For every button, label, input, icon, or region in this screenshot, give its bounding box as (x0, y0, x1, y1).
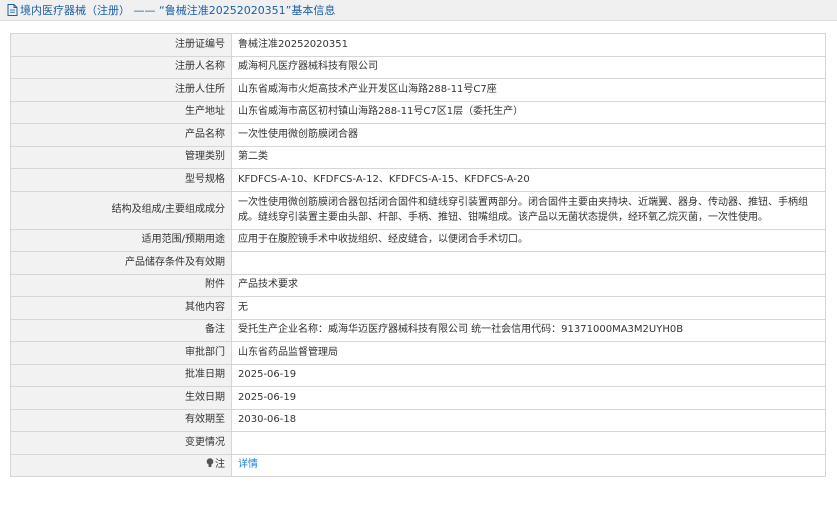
table-row: 注册人住所 山东省威海市火炬高技术产业开发区山海路288-11号C7座 (10, 78, 826, 102)
row-value: 山东省威海市火炬高技术产业开发区山海路288-11号C7座 (231, 78, 826, 102)
table-row: 有效期至 2030-06-18 (10, 408, 826, 432)
row-value: 产品技术要求 (231, 273, 826, 297)
lightbulb-icon (206, 458, 214, 468)
row-label: 备注 (10, 318, 232, 342)
row-value: 一次性使用微创筋膜闭合器 (231, 123, 826, 147)
detail-table: 注册证编号 鲁械注准20252020351 注册人名称 威海柯凡医疗器械科技有限… (10, 33, 826, 477)
row-label: 其他内容 (10, 296, 232, 320)
table-row: 产品储存条件及有效期 (10, 251, 826, 275)
row-value: 2025-06-19 (231, 363, 826, 387)
note-label: 注 (215, 459, 225, 471)
row-label: 附件 (10, 273, 232, 297)
row-label: 注册证编号 (10, 33, 232, 57)
table-row: 结构及组成/主要组成成分 一次性使用微创筋膜闭合器包括闭合固件和缝线穿引装置两部… (10, 190, 826, 230)
row-value: 鲁械注准20252020351 (231, 33, 826, 57)
row-value: 山东省药品监督管理局 (231, 341, 826, 365)
table-row: 适用范围/预期用途 应用于在腹腔镜手术中收拢组织、经皮缝合，以便闭合手术切口。 (10, 228, 826, 252)
table-row-note: 注 详情 (10, 453, 826, 477)
table-row: 管理类别 第二类 (10, 145, 826, 169)
row-label: 生效日期 (10, 386, 232, 410)
breadcrumb-category: 境内医疗器械（注册） (20, 4, 130, 17)
table-row: 变更情况 (10, 431, 826, 455)
row-value: 一次性使用微创筋膜闭合器包括闭合固件和缝线穿引装置两部分。闭合固件主要由夹持块、… (231, 190, 826, 230)
table-row: 批准日期 2025-06-19 (10, 363, 826, 387)
table-row: 型号规格 KFDFCS-A-10、KFDFCS-A-12、KFDFCS-A-15… (10, 168, 826, 192)
table-row: 注册证编号 鲁械注准20252020351 (10, 33, 826, 57)
row-label: 结构及组成/主要组成成分 (10, 190, 232, 230)
table-row: 产品名称 一次性使用微创筋膜闭合器 (10, 123, 826, 147)
row-label: 管理类别 (10, 145, 232, 169)
row-value (231, 251, 826, 275)
row-label: 生产地址 (10, 100, 232, 124)
row-label: 型号规格 (10, 168, 232, 192)
row-label: 注册人住所 (10, 78, 232, 102)
row-value: 第二类 (231, 145, 826, 169)
row-value: 威海柯凡医疗器械科技有限公司 (231, 55, 826, 79)
table-row: 审批部门 山东省药品监督管理局 (10, 341, 826, 365)
row-value: 无 (231, 296, 826, 320)
row-value: 受托生产企业名称：威海华迈医疗器械科技有限公司 统一社会信用代码：9137100… (231, 318, 826, 342)
note-label-cell: 注 (10, 453, 232, 477)
row-label: 适用范围/预期用途 (10, 228, 232, 252)
breadcrumb-separator: —— (130, 3, 159, 17)
row-label: 批准日期 (10, 363, 232, 387)
table-row: 备注 受托生产企业名称：威海华迈医疗器械科技有限公司 统一社会信用代码：9137… (10, 318, 826, 342)
row-label: 注册人名称 (10, 55, 232, 79)
row-label: 产品储存条件及有效期 (10, 251, 232, 275)
table-row: 生产地址 山东省威海市高区初村镇山海路288-11号C7区1层（委托生产） (10, 100, 826, 124)
document-icon (7, 4, 18, 16)
row-label: 产品名称 (10, 123, 232, 147)
row-value: 2025-06-19 (231, 386, 826, 410)
row-value: KFDFCS-A-10、KFDFCS-A-12、KFDFCS-A-15、KFDF… (231, 168, 826, 192)
note-value-cell: 详情 (231, 453, 826, 477)
table-row: 其他内容 无 (10, 296, 826, 320)
table-row: 生效日期 2025-06-19 (10, 386, 826, 410)
detail-table-wrapper: 注册证编号 鲁械注准20252020351 注册人名称 威海柯凡医疗器械科技有限… (10, 33, 826, 477)
details-link[interactable]: 详情 (238, 459, 258, 470)
row-label: 变更情况 (10, 431, 232, 455)
table-row: 注册人名称 威海柯凡医疗器械科技有限公司 (10, 55, 826, 79)
row-value: 应用于在腹腔镜手术中收拢组织、经皮缝合，以便闭合手术切口。 (231, 228, 826, 252)
row-value: 山东省威海市高区初村镇山海路288-11号C7区1层（委托生产） (231, 100, 826, 124)
page-header: 境内医疗器械（注册） —— “鲁械注准20252020351”基本信息 (0, 0, 837, 21)
page-title: “鲁械注准20252020351”基本信息 (159, 4, 336, 17)
row-value (231, 431, 826, 455)
row-label: 审批部门 (10, 341, 232, 365)
table-row: 附件 产品技术要求 (10, 273, 826, 297)
row-label: 有效期至 (10, 408, 232, 432)
row-value: 2030-06-18 (231, 408, 826, 432)
